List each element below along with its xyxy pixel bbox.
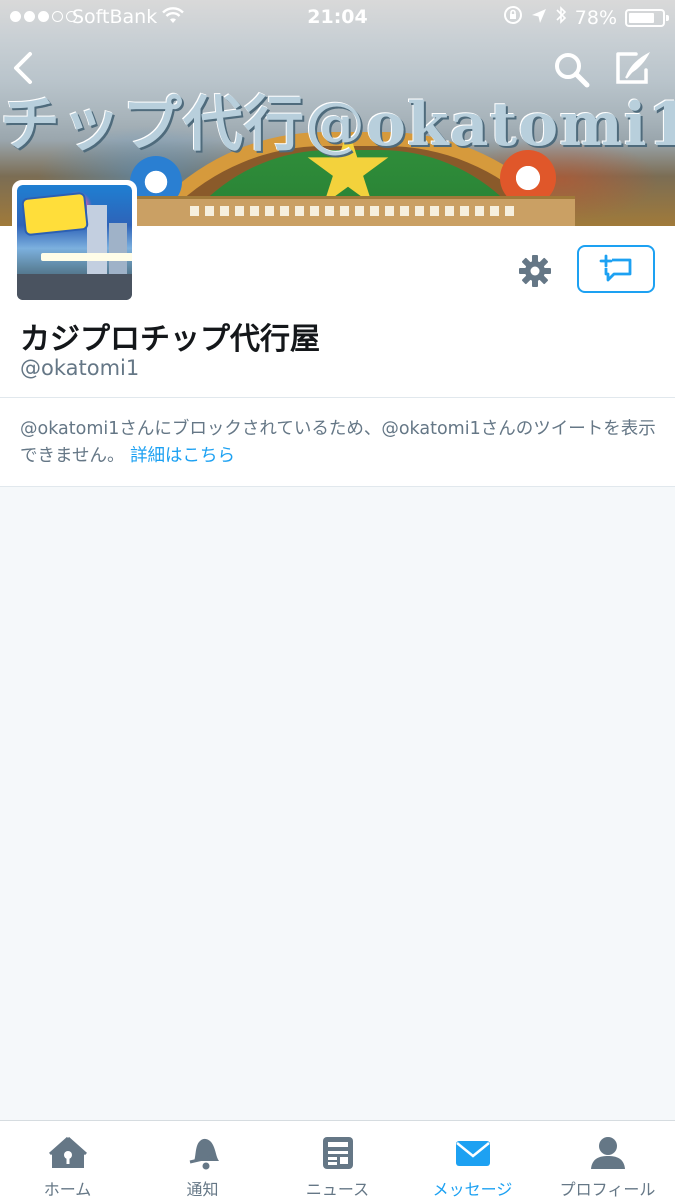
news-icon — [318, 1133, 358, 1172]
blocked-notice: @okatomi1さんにブロックされているため、@okatomi1さんのツイート… — [20, 416, 660, 470]
search-icon — [555, 53, 590, 88]
banner-dots — [190, 206, 520, 216]
avatar-building — [87, 205, 107, 275]
tab-messages[interactable]: メッセージ — [405, 1121, 540, 1200]
avatar-building — [109, 223, 127, 278]
compose-tweet-button[interactable] — [612, 48, 656, 88]
settings-button[interactable] — [517, 253, 553, 289]
bluetooth-icon — [555, 5, 567, 30]
tab-label: 通知 — [186, 1180, 219, 1199]
tab-notifications[interactable]: 通知 — [135, 1121, 270, 1200]
avatar-image — [17, 185, 132, 300]
blocked-message: @okatomi1さんにブロックされているため、@okatomi1さんのツイート… — [20, 419, 656, 466]
tab-label: プロフィール — [559, 1180, 656, 1199]
divider — [0, 486, 675, 487]
battery-icon — [625, 8, 669, 27]
tab-bar: ホーム 通知 ニュース メッセージ プロフィール — [0, 1120, 675, 1200]
rotation-lock-icon — [503, 5, 523, 30]
person-icon — [588, 1133, 628, 1172]
status-right: 78% — [503, 5, 669, 30]
tab-label: ニュース — [305, 1180, 370, 1199]
avatar-caption-strip — [41, 253, 132, 261]
avatar[interactable] — [12, 180, 137, 305]
direct-message-button[interactable] — [577, 245, 655, 293]
battery-tip — [666, 14, 669, 21]
tab-profile[interactable]: プロフィール — [540, 1121, 675, 1200]
divider — [0, 397, 675, 398]
battery-fill — [629, 12, 654, 23]
compose-icon — [616, 52, 650, 84]
screen-name: @okatomi1 — [20, 356, 140, 380]
battery-percent: 78% — [574, 6, 617, 29]
tab-label: メッセージ — [432, 1180, 513, 1199]
tab-label: ホーム — [43, 1180, 92, 1199]
tab-news[interactable]: ニュース — [270, 1121, 405, 1200]
display-name: カジプロチップ代行屋 — [20, 322, 320, 357]
learn-more-link[interactable]: 詳細はこちら — [130, 446, 235, 466]
new-message-icon — [599, 254, 632, 282]
envelope-icon — [453, 1133, 493, 1172]
avatar-ground — [17, 274, 132, 300]
avatar-logo — [21, 191, 89, 237]
tab-home[interactable]: ホーム — [0, 1121, 135, 1200]
search-button[interactable] — [552, 50, 592, 90]
location-icon — [531, 7, 547, 29]
chevron-left-icon — [14, 52, 32, 84]
home-icon — [48, 1133, 88, 1172]
back-button[interactable] — [8, 48, 40, 88]
gear-icon — [519, 255, 551, 287]
bell-icon — [183, 1133, 223, 1172]
status-bar: SoftBank 21:04 78% — [0, 0, 675, 34]
